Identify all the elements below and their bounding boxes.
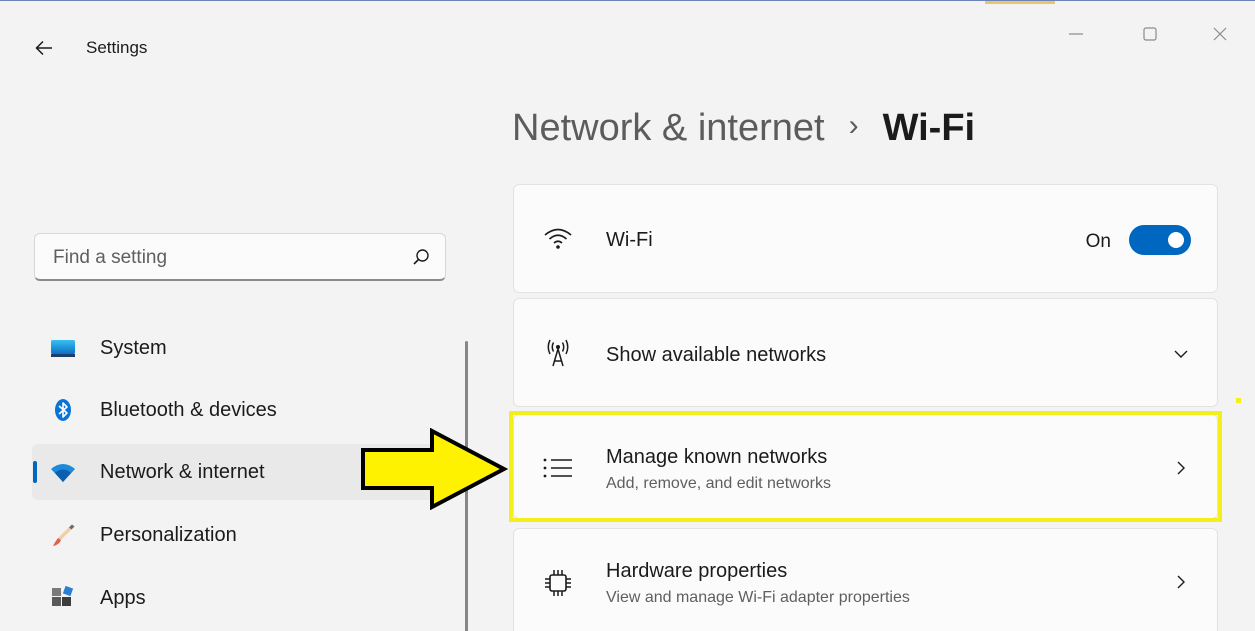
close-icon [1213, 27, 1227, 41]
manage-networks-title: Manage known networks [606, 446, 828, 468]
chevron-right-icon[interactable] [1173, 460, 1189, 476]
maximize-button[interactable] [1130, 19, 1170, 49]
settings-window: Settings Find a setting System Bluetooth… [0, 0, 1255, 631]
minimize-icon [1069, 33, 1083, 35]
highlight-dot [1236, 398, 1241, 403]
search-icon[interactable] [411, 247, 431, 267]
chevron-down-icon[interactable] [1173, 346, 1189, 362]
paintbrush-icon [53, 524, 75, 546]
back-button[interactable] [30, 35, 58, 61]
sidebar-item-label: Bluetooth & devices [100, 399, 277, 421]
pointer-arrow-icon [361, 428, 508, 510]
list-icon [543, 458, 572, 478]
hardware-properties-card[interactable]: Hardware properties View and manage Wi-F… [513, 528, 1218, 631]
wifi-toggle-switch[interactable] [1129, 225, 1191, 255]
chevron-right-icon[interactable] [1173, 574, 1189, 590]
show-networks-title: Show available networks [606, 344, 827, 366]
manage-known-networks-card[interactable]: Manage known networks Add, remove, and e… [513, 414, 1218, 519]
bluetooth-icon [55, 399, 71, 421]
maximize-icon [1143, 27, 1157, 41]
breadcrumb-separator: › [848, 109, 859, 142]
wifi-signal-icon [544, 228, 572, 249]
wifi-icon [51, 464, 75, 482]
antenna-icon [547, 339, 569, 367]
breadcrumb-parent[interactable]: Network & internet [512, 107, 825, 150]
sidebar-item-label: System [100, 337, 167, 359]
minimize-button[interactable] [1056, 19, 1096, 49]
title-bar: Settings [0, 1, 1255, 61]
manage-networks-subtitle: Add, remove, and edit networks [606, 475, 832, 492]
apps-icon [52, 586, 74, 606]
sidebar-item-label: Network & internet [100, 461, 265, 483]
search-input[interactable] [51, 244, 395, 272]
system-display-icon [51, 340, 75, 357]
wifi-card-title: Wi-Fi [606, 229, 653, 251]
breadcrumb: Network & internet › Wi-Fi [512, 103, 975, 153]
sidebar-item-personalization[interactable]: Personalization [32, 507, 452, 563]
close-button[interactable] [1200, 19, 1240, 49]
wifi-toggle-state: On [1085, 231, 1111, 252]
sidebar-item-label: Apps [100, 587, 146, 609]
sidebar-item-apps[interactable]: Apps [32, 570, 452, 626]
hardware-properties-title: Hardware properties [606, 560, 788, 582]
search-box[interactable] [34, 233, 446, 281]
page-title: Wi-Fi [882, 106, 976, 149]
sidebar-item-label: Personalization [100, 524, 237, 546]
toggle-knob [1168, 232, 1184, 248]
show-networks-card[interactable]: Show available networks [513, 298, 1218, 407]
chip-icon [545, 570, 571, 596]
hardware-properties-subtitle: View and manage Wi-Fi adapter properties [606, 589, 910, 606]
sidebar-item-system[interactable]: System [32, 320, 452, 376]
app-title: Settings [86, 38, 148, 57]
wifi-toggle-card[interactable]: Wi-Fi On [513, 184, 1218, 293]
back-arrow-icon [35, 40, 52, 56]
active-indicator [33, 461, 37, 483]
